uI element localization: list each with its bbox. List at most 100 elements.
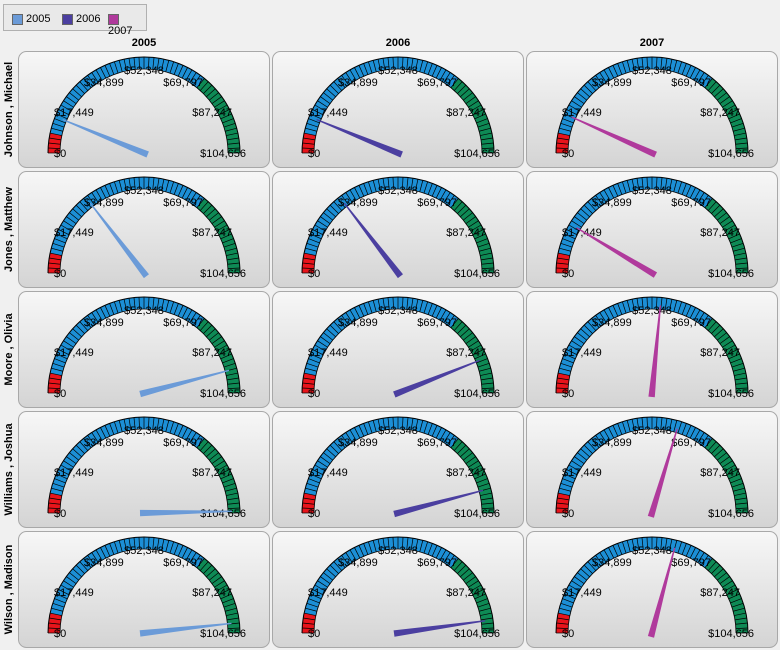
gauge-tick-label: $52,348 (124, 425, 164, 437)
row-title: Williams , Joshua (3, 423, 15, 516)
gauge-tick-label: $104,656 (708, 508, 754, 520)
gauge-tick-label: $104,656 (200, 148, 246, 160)
gauge-tick-label: $69,797 (163, 77, 203, 89)
row-title: Wilson , Madison (3, 544, 15, 634)
gauge-tick-label: $69,797 (671, 197, 711, 209)
gauge-tick-label: $0 (308, 388, 320, 400)
gauge-tick-label: $87,247 (700, 587, 740, 599)
column-title-2007: 2007 (640, 37, 664, 49)
gauge-tick-label: $17,449 (54, 107, 94, 119)
gauge-tick-label: $69,797 (671, 437, 711, 449)
gauge-tick-label: $34,899 (84, 557, 124, 569)
gauge-tick-label: $0 (562, 508, 574, 520)
gauge-tick-label: $69,797 (417, 197, 457, 209)
gauge-tick-label: $69,797 (163, 557, 203, 569)
gauge-panel: $0 $17,449 $34,899$52,348$69,797 $87,247 $10… (18, 411, 270, 528)
gauge-tick-label: $87,247 (446, 347, 486, 359)
gauge-tick-label: $17,449 (54, 467, 94, 479)
gauge-tick-label: $52,348 (378, 425, 418, 437)
gauge-tick-label: $0 (54, 508, 66, 520)
gauge-tick-label: $87,247 (192, 107, 232, 119)
gauge-tick-label: $17,449 (308, 347, 348, 359)
gauge-tick-label: $0 (562, 148, 574, 160)
gauge-tick-label: $17,449 (54, 347, 94, 359)
gauge-tick-label: $87,247 (700, 107, 740, 119)
gauge-tick-label: $69,797 (671, 557, 711, 569)
gauge-tick-label: $0 (54, 148, 66, 160)
gauge-tick-label: $104,656 (454, 148, 500, 160)
gauge-panel: $0 $17,449 $34,899$52,348$69,797 $87,247 $10… (526, 531, 778, 648)
gauge-tick-label: $104,656 (200, 388, 246, 400)
gauge-tick-label: $17,449 (308, 227, 348, 239)
gauge-tick-label: $0 (308, 628, 320, 640)
gauge-panel: $0 $17,449 $34,899$52,348$69,797 $87,247 $10… (272, 531, 524, 648)
gauge-tick-label: $34,899 (84, 437, 124, 449)
gauge-tick-label: $104,656 (708, 628, 754, 640)
gauge-tick-label: $52,348 (632, 65, 672, 77)
gauge-tick-label: $34,899 (338, 437, 378, 449)
gauge-tick-label: $52,348 (124, 545, 164, 557)
gauge-panel: $0 $17,449 $34,899$52,348$69,797 $87,247 $10… (272, 51, 524, 168)
gauge-tick-label: $34,899 (84, 197, 124, 209)
gauge-panel: $0 $17,449 $34,899$52,348$69,797 $87,247 $10… (526, 411, 778, 528)
gauge-tick-label: $34,899 (338, 197, 378, 209)
gauge-tick-label: $34,899 (338, 77, 378, 89)
gauge-tick-label: $104,656 (454, 628, 500, 640)
gauge-tick-label: $87,247 (192, 227, 232, 239)
column-title-2005: 2005 (132, 37, 156, 49)
gauge-tick-label: $52,348 (632, 545, 672, 557)
gauge-tick-label: $104,656 (708, 148, 754, 160)
gauge-tick-label: $52,348 (124, 65, 164, 77)
gauge-panel: $0 $17,449 $34,899$52,348$69,797 $87,247 $10… (18, 51, 270, 168)
gauge-tick-label: $17,449 (308, 107, 348, 119)
gauge-tick-label: $0 (562, 388, 574, 400)
gauge-tick-label: $69,797 (417, 77, 457, 89)
gauge-tick-label: $17,449 (308, 467, 348, 479)
gauge-tick-label: $34,899 (592, 197, 632, 209)
gauge-tick-label: $69,797 (417, 317, 457, 329)
gauge-panel: $0 $17,449 $34,899$52,348$69,797 $87,247 $10… (526, 51, 778, 168)
gauge-tick-label: $52,348 (378, 65, 418, 77)
gauge-tick-label: $34,899 (592, 317, 632, 329)
gauge-panel: $0 $17,449 $34,899$52,348$69,797 $87,247 $10… (526, 291, 778, 408)
gauge-tick-label: $0 (54, 268, 66, 280)
gauge-tick-label: $69,797 (417, 557, 457, 569)
gauge-tick-label: $0 (308, 268, 320, 280)
gauge-tick-label: $69,797 (163, 197, 203, 209)
gauge-tick-label: $87,247 (192, 347, 232, 359)
gauge-tick-label: $52,348 (378, 545, 418, 557)
gauge-panel: $0 $17,449 $34,899$52,348$69,797 $87,247 $10… (18, 171, 270, 288)
row-title: Moore , Olivia (3, 313, 15, 386)
gauge-tick-label: $104,656 (708, 268, 754, 280)
gauge-tick-label: $52,348 (632, 425, 672, 437)
column-title-2006: 2006 (386, 37, 410, 49)
gauge-tick-label: $17,449 (54, 587, 94, 599)
gauge-tick-label: $104,656 (454, 508, 500, 520)
gauge-tick-label: $17,449 (308, 587, 348, 599)
gauge-tick-label: $0 (562, 268, 574, 280)
gauge-tick-label: $87,247 (192, 587, 232, 599)
gauge-tick-label: $34,899 (592, 77, 632, 89)
gauge-tick-label: $0 (54, 388, 66, 400)
gauge-tick-label: $87,247 (446, 587, 486, 599)
gauge-tick-label: $52,348 (378, 305, 418, 317)
gauge-tick-label: $87,247 (446, 107, 486, 119)
gauge-tick-label: $52,348 (378, 185, 418, 197)
gauge-tick-label: $17,449 (562, 227, 602, 239)
gauge-tick-label: $69,797 (163, 317, 203, 329)
gauge-tick-label: $87,247 (700, 467, 740, 479)
gauge-tick-label: $0 (562, 628, 574, 640)
gauge-tick-label: $34,899 (592, 437, 632, 449)
gauge-tick-label: $104,656 (454, 388, 500, 400)
gauge-tick-label: $52,348 (124, 305, 164, 317)
gauge-tick-label: $104,656 (200, 628, 246, 640)
gauge-tick-label: $104,656 (454, 268, 500, 280)
gauge-tick-label: $87,247 (700, 227, 740, 239)
gauge-tick-label: $17,449 (562, 587, 602, 599)
gauge-tick-label: $0 (54, 628, 66, 640)
gauge-tick-label: $69,797 (163, 437, 203, 449)
gauge-tick-label: $34,899 (84, 77, 124, 89)
gauge-panel: $0 $17,449 $34,899$52,348$69,797 $87,247 $10… (18, 291, 270, 408)
gauge-panel: $0 $17,449 $34,899$52,348$69,797 $87,247 $10… (272, 291, 524, 408)
gauge-tick-label: $52,348 (124, 185, 164, 197)
